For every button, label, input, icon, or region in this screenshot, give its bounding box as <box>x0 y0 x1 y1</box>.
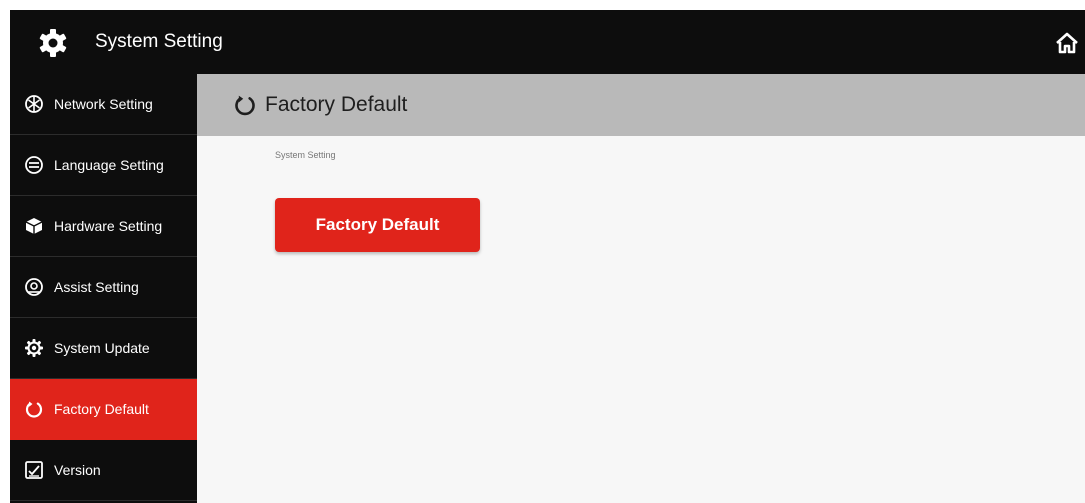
sidebar-item-label: System Update <box>54 340 150 356</box>
assist-icon <box>25 278 43 296</box>
sidebar-item-label: Hardware Setting <box>54 218 163 234</box>
sidebar-item-system-update[interactable]: System Update <box>10 318 197 379</box>
factory-default-button[interactable]: Factory Default <box>275 198 480 252</box>
language-icon <box>25 156 43 174</box>
sidebar-item-label: Assist Setting <box>54 279 139 295</box>
page-title: Factory Default <box>265 93 408 116</box>
network-icon <box>25 95 43 113</box>
sidebar: Network Setting Language Setting Hardwar… <box>10 74 197 503</box>
breadcrumb: System Setting <box>275 150 336 160</box>
main-content: Factory Default System Setting Factory D… <box>197 74 1085 503</box>
update-icon <box>25 339 43 357</box>
reset-icon <box>25 401 43 418</box>
sidebar-item-label: Factory Default <box>54 401 149 417</box>
sidebar-item-label: Version <box>54 462 101 478</box>
sidebar-item-language-setting[interactable]: Language Setting <box>10 135 197 196</box>
app-window: System Setting Network Setting Language … <box>10 10 1085 503</box>
app-title: System Setting <box>95 31 223 52</box>
hardware-icon <box>25 218 43 234</box>
home-icon[interactable] <box>1055 31 1079 55</box>
title-bar: System Setting <box>10 10 1085 74</box>
sidebar-item-assist-setting[interactable]: Assist Setting <box>10 257 197 318</box>
sidebar-item-hardware-setting[interactable]: Hardware Setting <box>10 196 197 257</box>
gear-icon <box>39 29 67 57</box>
sidebar-item-network-setting[interactable]: Network Setting <box>10 74 197 135</box>
section-header: Factory Default <box>197 74 1085 136</box>
version-icon <box>25 461 43 479</box>
sidebar-item-label: Language Setting <box>54 157 164 173</box>
sidebar-item-version[interactable]: Version <box>10 440 197 501</box>
reset-icon <box>235 95 255 116</box>
sidebar-item-label: Network Setting <box>54 96 153 112</box>
sidebar-item-factory-default[interactable]: Factory Default <box>10 379 197 440</box>
